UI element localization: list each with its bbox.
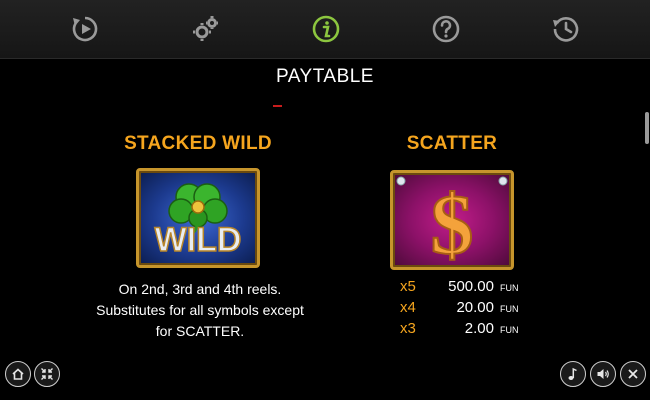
history-button[interactable] (549, 12, 583, 46)
wild-symbol-text: WILD (155, 221, 242, 259)
paytable-screen: PAYTABLE STACKED WILD WILD On 2nd, 3rd a… (0, 0, 650, 400)
description-line: On 2nd, 3rd and 4th reels. (118, 281, 282, 297)
stacked-wild-description: On 2nd, 3rd and 4th reels. Substitutes f… (60, 279, 340, 342)
payout-row: x5 500.00 FUN (400, 278, 519, 298)
scatter-symbol: $ (390, 170, 514, 270)
home-button[interactable] (5, 361, 31, 387)
payout-multiplier: x4 (400, 299, 416, 316)
title-underline (273, 105, 282, 107)
payout-value: 20.00 (456, 299, 494, 316)
replay-button[interactable] (68, 12, 102, 46)
wild-symbol: WILD (136, 168, 260, 268)
replay-icon (72, 16, 98, 42)
help-button[interactable] (429, 12, 463, 46)
dollar-sign-icon: $ (396, 175, 508, 267)
fullscreen-button[interactable] (34, 361, 60, 387)
settings-icon (193, 16, 218, 41)
page-title: PAYTABLE (276, 66, 374, 87)
music-icon (568, 367, 577, 380)
music-button[interactable] (560, 361, 586, 387)
scrollbar[interactable] (645, 112, 649, 144)
help-icon (432, 15, 460, 43)
info-button[interactable] (309, 12, 343, 46)
close-button[interactable] (620, 361, 646, 387)
info-icon (312, 15, 340, 43)
sound-icon (597, 369, 609, 379)
payout-currency: FUN (500, 325, 519, 335)
settings-button[interactable] (188, 12, 222, 46)
stacked-wild-title: STACKED WILD (124, 133, 272, 154)
payout-multiplier: x5 (400, 278, 416, 295)
clover-icon: WILD (154, 183, 242, 260)
payout-multiplier: x3 (400, 320, 416, 337)
payout-currency: FUN (500, 304, 519, 314)
description-line: Substitutes for all symbols except (96, 302, 304, 318)
payout-value: 2.00 (464, 320, 494, 337)
dollar-glyph: $ (431, 176, 474, 267)
close-icon (628, 369, 638, 379)
top-toolbar (0, 0, 650, 59)
description-line: for SCATTER. (155, 323, 245, 339)
scatter-title: SCATTER (406, 133, 498, 154)
payout-row: x3 2.00 FUN (400, 320, 519, 340)
history-icon (553, 17, 579, 42)
payout-value: 500.00 (448, 278, 494, 295)
fullscreen-icon (41, 368, 53, 380)
home-icon (12, 368, 24, 380)
payout-currency: FUN (500, 283, 519, 293)
payout-row: x4 20.00 FUN (400, 299, 519, 319)
sound-button[interactable] (590, 361, 616, 387)
